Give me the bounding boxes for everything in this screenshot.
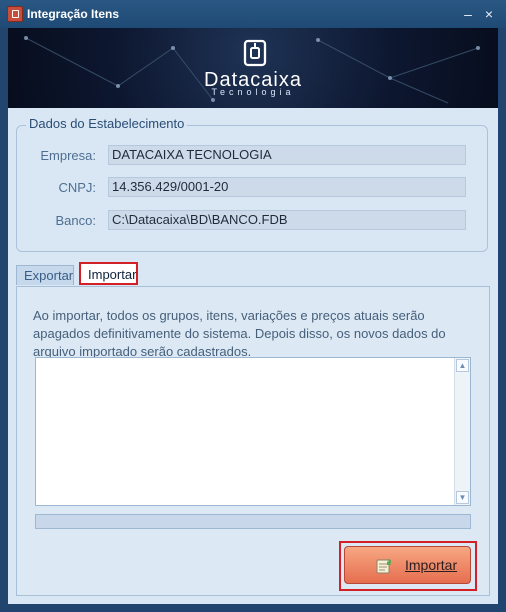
import-description: Ao importar, todos os grupos, itens, var… bbox=[33, 308, 446, 359]
title-bar: Integração Itens – × bbox=[0, 0, 506, 28]
cnpj-label: CNPJ: bbox=[58, 180, 96, 195]
integration-window: Integração Itens – × Datacaixa Tecnologi… bbox=[0, 0, 506, 612]
empresa-label: Empresa: bbox=[40, 148, 96, 163]
brand-subtitle: Tecnologia bbox=[211, 87, 295, 97]
cnpj-field: 14.356.429/0001-20 bbox=[108, 177, 466, 197]
banco-field: C:\Datacaixa\BD\BANCO.FDB bbox=[108, 210, 466, 230]
tab-exportar[interactable]: Exportar bbox=[16, 265, 74, 285]
window-title: Integração Itens bbox=[27, 7, 120, 21]
tab-importar[interactable]: Importar bbox=[79, 262, 138, 285]
close-button[interactable]: × bbox=[480, 5, 498, 23]
establishment-title: Dados do Estabelecimento bbox=[26, 116, 188, 131]
import-scrollbar[interactable]: ▲ ▼ bbox=[454, 358, 470, 505]
import-icon bbox=[376, 559, 392, 574]
brand-banner: Datacaixa Tecnologia bbox=[8, 28, 498, 108]
banco-label: Banco: bbox=[55, 213, 96, 228]
import-log-area[interactable]: ▲ ▼ bbox=[35, 357, 471, 506]
app-icon bbox=[7, 6, 23, 22]
empresa-field: DATACAIXA TECNOLOGIA bbox=[108, 145, 466, 165]
minimize-button[interactable]: – bbox=[459, 5, 477, 23]
import-button-label: Importar bbox=[405, 557, 458, 573]
scroll-down-icon[interactable]: ▼ bbox=[456, 491, 469, 504]
import-progress bbox=[35, 514, 471, 529]
main-content: Datacaixa Tecnologia Dados do Estabeleci… bbox=[8, 28, 498, 604]
datacaixa-logo bbox=[243, 39, 267, 67]
scroll-up-icon[interactable]: ▲ bbox=[456, 359, 469, 372]
import-button[interactable]: Importar bbox=[344, 546, 471, 584]
